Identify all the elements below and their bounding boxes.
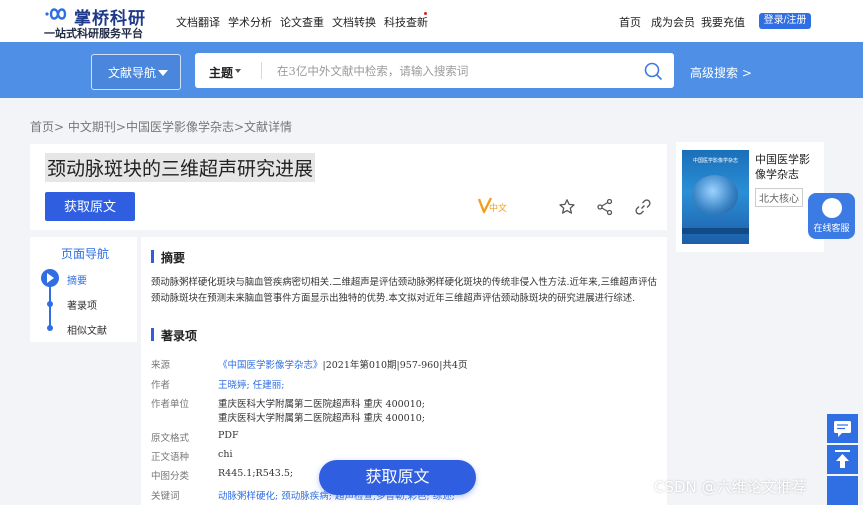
org-label: 作者单位 <box>151 399 190 410</box>
source-value: 《中国医学影像学杂志》|2021年第010期|957-960|共4页 <box>218 357 467 371</box>
classification-label: 中图分类 <box>151 471 190 482</box>
share-icon[interactable] <box>596 198 614 216</box>
nav-home[interactable]: 首页 <box>619 14 641 30</box>
login-button[interactable]: 登录/注册 <box>759 13 811 29</box>
search-band: 文献导航 主题 高级搜索 > <box>0 42 863 98</box>
journal-card[interactable]: 中国医学影像学杂志 中国医学影像学杂志 北大核心 <box>676 142 824 252</box>
link-icon[interactable] <box>634 198 652 216</box>
section-bar <box>151 328 154 341</box>
source-label: 来源 <box>151 360 171 371</box>
breadcrumb-journal[interactable]: 中国医学影像学杂志> <box>126 120 244 134</box>
nav-membership[interactable]: 成为会员 <box>651 14 695 30</box>
literature-nav-dropdown[interactable]: 文献导航 <box>91 54 181 90</box>
nav-novelty[interactable]: 科技查新 <box>384 14 428 30</box>
advanced-search-link[interactable]: 高级搜索 > <box>690 64 752 81</box>
source-journal-link[interactable]: 《中国医学影像学杂志》 <box>218 360 323 371</box>
new-badge-dot <box>424 12 427 15</box>
page-nav-dot <box>47 301 53 307</box>
lang-badge-text: 中文 <box>489 202 507 214</box>
page-nav-abstract[interactable]: 摘要 <box>67 272 87 287</box>
keywords-label: 关键词 <box>151 491 180 502</box>
authors-link[interactable]: 王晓婷; 任建丽; <box>218 377 284 391</box>
feedback-button[interactable] <box>827 414 858 443</box>
core-journal-badge: 北大核心 <box>755 188 803 207</box>
search-field-selector[interactable]: 主题 <box>209 64 233 81</box>
divider <box>261 62 262 79</box>
language-label: 正文语种 <box>151 452 190 463</box>
article-header-card: 颈动脉斑块的三维超声研究进展 获取原文 中文 <box>30 144 667 230</box>
search-box: 主题 <box>195 53 674 88</box>
message-icon <box>834 421 851 437</box>
section-bar <box>151 250 154 263</box>
nav-recharge[interactable]: 我要充值 <box>701 14 745 30</box>
nav-convert[interactable]: 文档转换 <box>332 14 376 30</box>
page-nav-similar[interactable]: 相似文献 <box>67 322 107 337</box>
classification-value: R445.1;R543.5; <box>218 468 294 479</box>
online-service-button[interactable]: 在线客服 <box>808 193 855 239</box>
language-value: chi <box>218 449 233 460</box>
active-marker-icon <box>41 269 59 287</box>
page-nav-title: 页面导航 <box>61 247 110 261</box>
page-nav-dot <box>47 325 53 331</box>
format-value: PDF <box>218 430 239 441</box>
logo-infinity-icon <box>45 8 67 20</box>
get-fulltext-button[interactable]: 获取原文 <box>45 192 135 221</box>
search-icon[interactable] <box>643 61 663 81</box>
nav-analysis[interactable]: 学术分析 <box>228 14 272 30</box>
favorite-star-icon[interactable] <box>558 198 576 216</box>
breadcrumb-current: 文献详情 <box>244 120 293 134</box>
cover-bar <box>682 228 749 234</box>
customer-service-icon <box>822 198 842 218</box>
floating-get-fulltext-button[interactable]: 获取原文 <box>319 460 476 495</box>
org-line-2: 重庆医科大学附属第二医院超声科 重庆 400010; <box>218 413 426 424</box>
nav-plagiarism[interactable]: 论文查重 <box>280 14 324 30</box>
format-label: 原文格式 <box>151 433 190 444</box>
caret-down-icon <box>235 69 241 73</box>
abstract-text: 颈动脉粥样硬化斑块与脑血管疾病密切相关.二维超声是评估颈动脉粥样硬化斑块的传统非… <box>151 277 657 304</box>
chevron-down-icon <box>158 70 168 76</box>
abstract-heading: 摘要 <box>161 251 186 265</box>
journal-name[interactable]: 中国医学影像学杂志 <box>755 152 819 182</box>
breadcrumb: 首页> 中文期刊>中国医学影像学杂志>文献详情 <box>30 118 292 135</box>
csdn-watermark: CSDN @六维论文推荐 <box>654 478 807 496</box>
nav-translate[interactable]: 文档翻译 <box>176 14 220 30</box>
breadcrumb-home[interactable]: 首页> <box>30 120 64 134</box>
breadcrumb-chinese-journals[interactable]: 中文期刊> <box>68 120 126 134</box>
site-logo[interactable]: 掌桥科研 一站式科研服务平台 <box>44 4 154 40</box>
search-input[interactable] <box>275 59 619 83</box>
article-title: 颈动脉斑块的三维超声研究进展 <box>45 153 316 182</box>
cover-title: 中国医学影像学杂志 <box>692 158 738 164</box>
page-nav-record[interactable]: 著录项 <box>67 297 97 312</box>
back-to-top-button[interactable] <box>827 445 858 474</box>
page-navigation: 页面导航 摘要 著录项 相似文献 <box>30 237 137 342</box>
arrow-up-icon <box>835 450 850 468</box>
top-bar: 掌桥科研 一站式科研服务平台 文档翻译 学术分析 论文查重 文档转换 科技查新 … <box>0 0 863 42</box>
record-heading: 著录项 <box>161 329 198 343</box>
cover-illustration <box>692 175 738 215</box>
logo-tagline: 一站式科研服务平台 <box>44 27 143 40</box>
chinese-language-badge-icon: 中文 <box>478 197 507 214</box>
author-label: 作者 <box>151 380 171 391</box>
source-detail: |2021年第010期|957-960|共4页 <box>322 360 468 371</box>
literature-nav-label: 文献导航 <box>108 66 157 80</box>
online-service-label: 在线客服 <box>813 224 850 234</box>
org-line-1: 重庆医科大学附属第二医院超声科 重庆 400010; <box>218 399 426 410</box>
journal-cover-image[interactable]: 中国医学影像学杂志 <box>682 150 749 244</box>
side-tool-button[interactable] <box>827 476 858 505</box>
